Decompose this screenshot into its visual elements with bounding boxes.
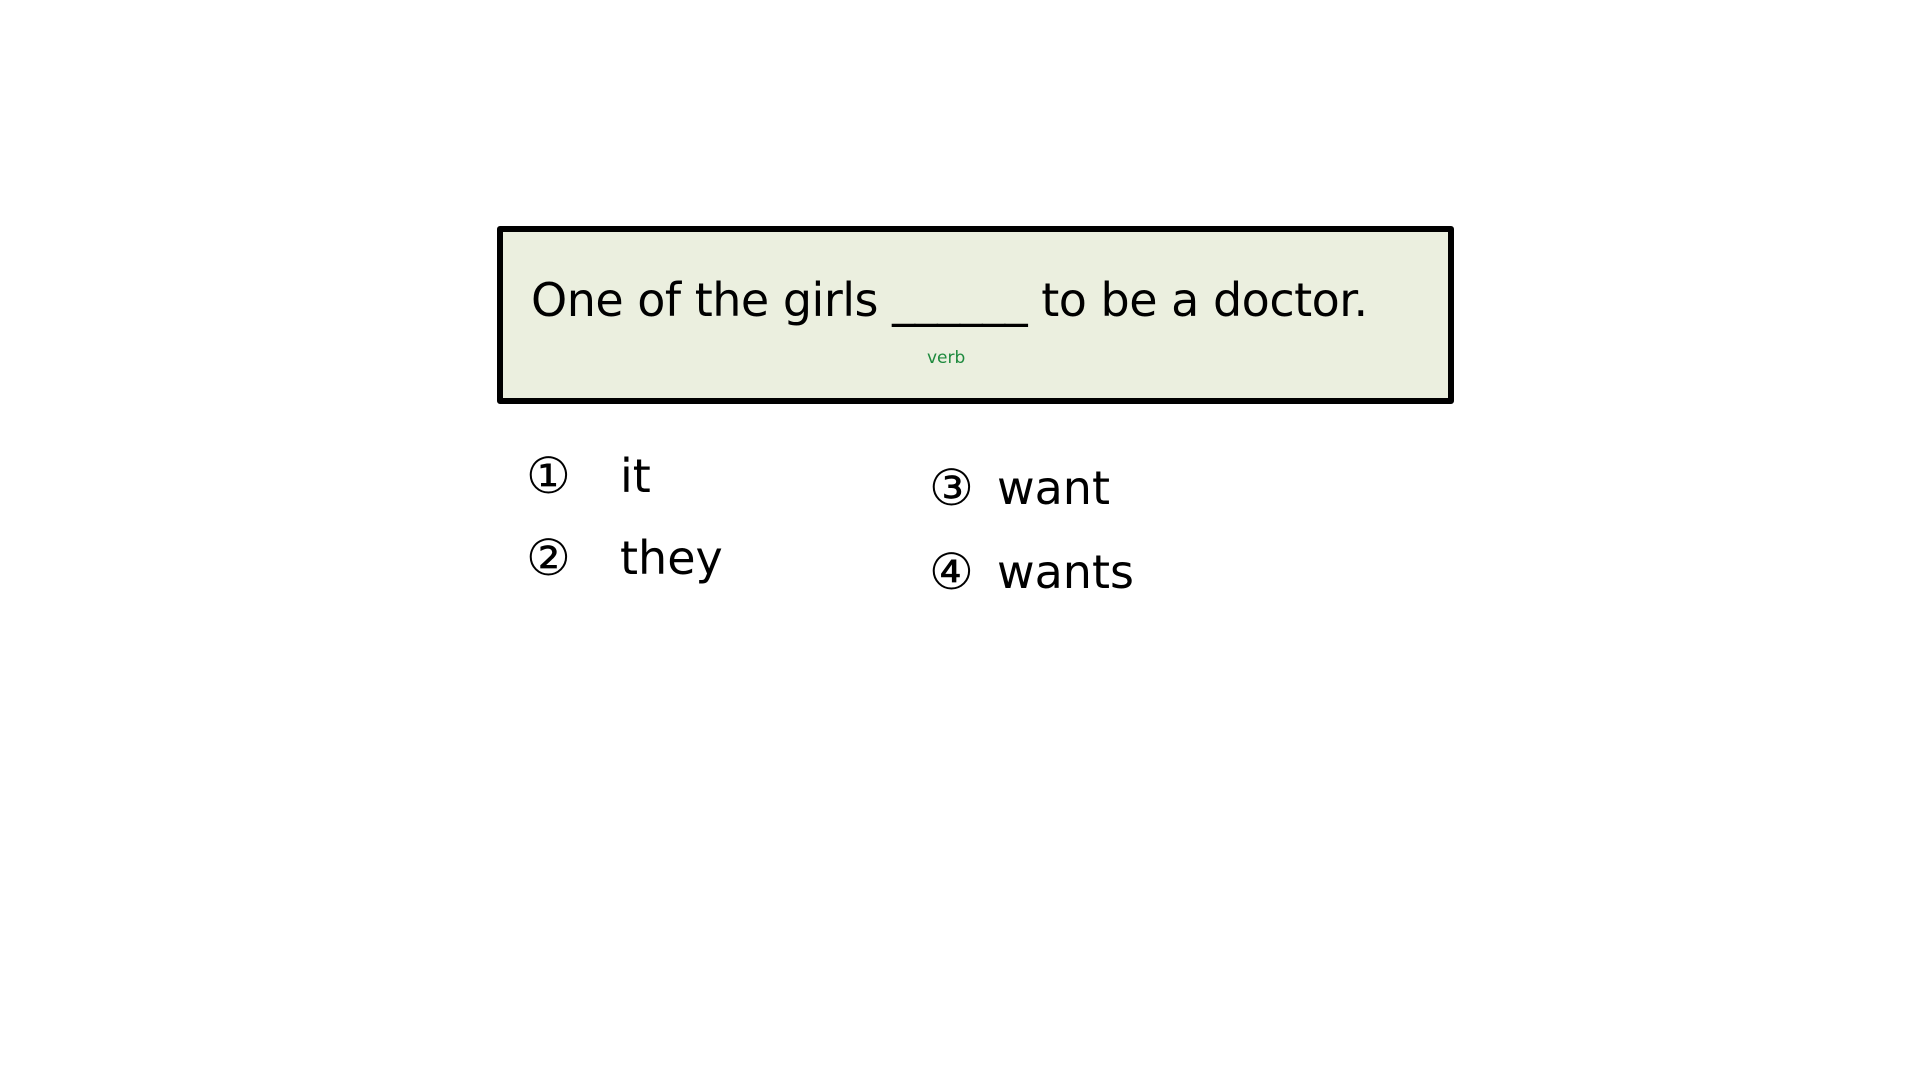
option-number: ④ bbox=[929, 543, 974, 601]
option-text: it bbox=[620, 449, 651, 503]
question-sentence: One of the girls ______ to be a doctor. bbox=[531, 273, 1368, 327]
option-text: they bbox=[620, 531, 723, 585]
blank-hint: verb bbox=[927, 348, 966, 368]
question-box: One of the girls ______ to be a doctor. … bbox=[497, 226, 1454, 404]
option-number: ③ bbox=[929, 459, 974, 517]
option-number: ② bbox=[526, 529, 571, 587]
option-text: want bbox=[997, 461, 1111, 515]
option-number: ① bbox=[526, 447, 571, 505]
option-text: wants bbox=[997, 545, 1134, 599]
